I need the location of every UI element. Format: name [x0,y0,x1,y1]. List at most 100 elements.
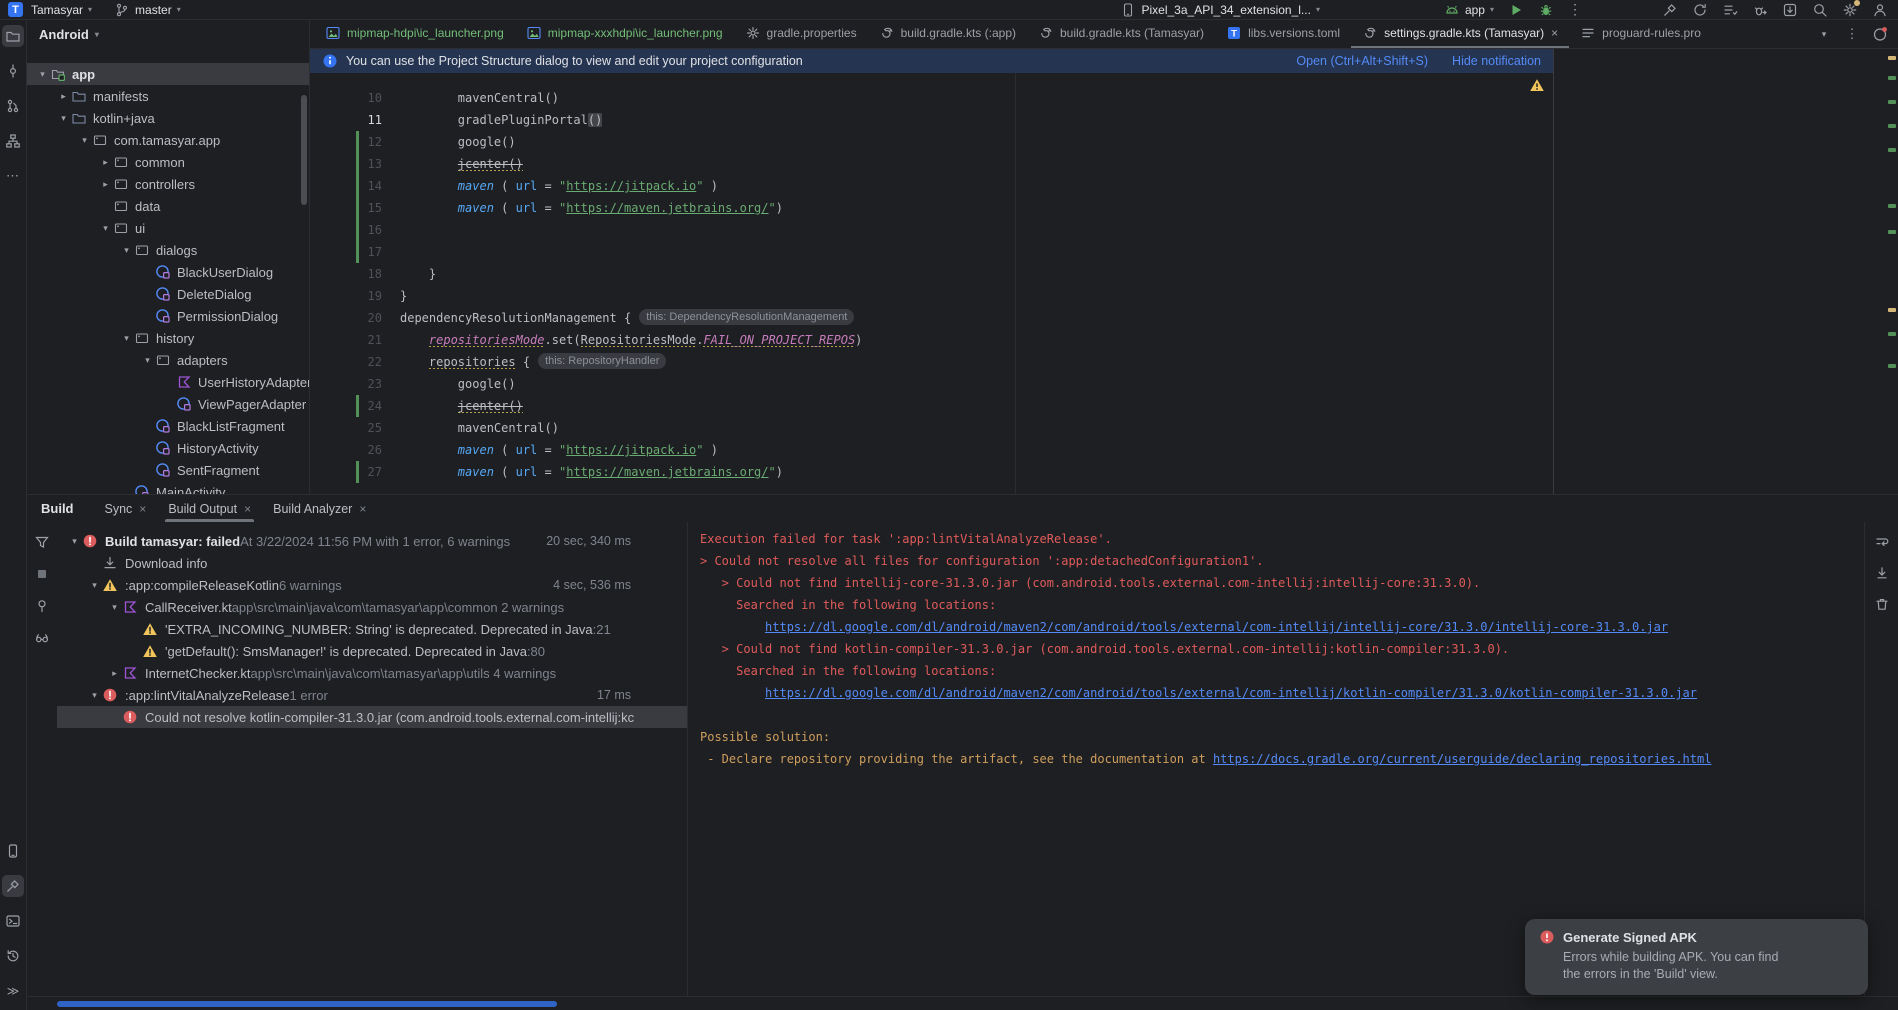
project-tree-item[interactable]: HistoryActivity [27,437,309,459]
build-tree-item[interactable]: Could not resolve kotlin-compiler-31.3.0… [57,706,687,728]
project-selector[interactable]: Tamasyar ▾ [31,3,92,17]
tree-chevron-icon[interactable]: ▾ [87,580,102,591]
project-tree-item[interactable]: SentFragment [27,459,309,481]
stripe-build-hammer-button[interactable] [2,875,24,897]
open-project-structure-link[interactable]: Open (Ctrl+Alt+Shift+S) [1296,54,1428,68]
stripe-more-tools-button[interactable]: ≫ [2,980,24,1002]
project-tree-item[interactable]: ▾ui [27,217,309,239]
project-tree-item[interactable]: ▸controllers [27,173,309,195]
build-tree-item[interactable]: ▾:app:compileReleaseKotlin 6 warnings4 s… [57,574,687,596]
code-editor[interactable]: 10 mavenCentral()11 gradlePluginPortal()… [310,73,1553,494]
editor-tab[interactable]: mipmap-xxxhdpi\ic_launcher.png [515,20,734,48]
console-link[interactable]: https://dl.google.com/dl/android/maven2/… [765,620,1668,634]
build-tree-item[interactable]: ▸InternetChecker.kt app\src\main\java\co… [57,662,687,684]
project-tree-item[interactable]: ▸manifests [27,85,309,107]
editor-tab[interactable]: mipmap-hdpi\ic_launcher.png [314,20,515,48]
tree-chevron-icon[interactable]: ▸ [98,157,113,168]
stripe-device-manager-button[interactable] [2,840,24,862]
tree-chevron-icon[interactable]: ▸ [98,179,113,190]
stripe-project-folder-button[interactable] [2,25,24,47]
project-tree-item[interactable]: ▾dialogs [27,239,309,261]
tree-chevron-icon[interactable]: ▾ [107,602,122,613]
console-soft-wrap-button[interactable] [1874,534,1890,553]
project-tree-item[interactable]: ▾app [27,63,309,85]
build-pin-button[interactable] [34,598,50,617]
build-tree-item[interactable]: ▾Build tamasyar: failed At 3/22/2024 11:… [57,530,687,552]
debug-button[interactable] [1538,2,1554,18]
project-tree-item[interactable]: DeleteDialog [27,283,309,305]
build-filter-button[interactable] [34,534,50,553]
tree-chevron-icon[interactable]: ▾ [56,113,71,124]
build-inspect-button[interactable] [34,630,50,649]
tree-chevron-icon[interactable]: ▾ [98,223,113,234]
stripe-history-button[interactable] [2,945,24,967]
stripe-more-h-button[interactable]: ⋯ [2,165,24,187]
project-tree-item[interactable]: UserHistoryAdapter.kt [27,371,309,393]
close-tab-icon[interactable]: × [244,502,251,516]
tree-chevron-icon[interactable]: ▸ [107,668,122,679]
project-tree-item[interactable]: ▾kotlin+java [27,107,309,129]
editor-error-stripe[interactable] [1886,49,1898,494]
project-tree-item[interactable]: BlackListFragment [27,415,309,437]
build-tab[interactable]: Build Analyzer× [262,495,377,522]
build-tab[interactable]: Build Output× [157,495,262,522]
stripe-pull-requests-button[interactable] [2,95,24,117]
build-tree-item[interactable]: 'EXTRA_INCOMING_NUMBER: String' is depre… [57,618,687,640]
editor-tab[interactable]: build.gradle.kts (:app) [868,20,1027,48]
tree-chevron-icon[interactable]: ▾ [119,245,134,256]
settings-button[interactable] [1842,2,1858,18]
stripe-terminal-button[interactable] [2,910,24,932]
build-tree-item[interactable]: Download info [57,552,687,574]
more-actions-icon[interactable]: ⋮ [1568,1,1582,18]
tree-chevron-icon[interactable]: ▾ [67,536,82,547]
hammer-button[interactable] [1662,2,1678,18]
sync-button[interactable] [1692,2,1708,18]
project-tree-item[interactable]: ▾adapters [27,349,309,371]
console-link[interactable]: https://docs.gradle.org/current/userguid… [1213,752,1712,766]
editor-tab[interactable]: Tlibs.versions.toml [1215,20,1351,48]
close-tab-icon[interactable]: × [139,502,146,516]
project-tree-item[interactable]: ▾com.tamasyar.app [27,129,309,151]
run-configuration-selector[interactable]: app ▾ [1444,2,1494,18]
tree-chevron-icon[interactable]: ▾ [77,135,92,146]
build-tab[interactable]: Sync× [94,495,158,522]
console-link[interactable]: https://dl.google.com/dl/android/maven2/… [765,686,1697,700]
console-scroll-to-end-button[interactable] [1874,565,1890,584]
tree-chevron-icon[interactable]: ▸ [56,91,71,102]
tree-chevron-icon[interactable]: ▾ [87,690,102,701]
project-tree-item[interactable]: MainActivity [27,481,309,494]
project-tree-scrollbar[interactable] [301,95,307,205]
project-tree-item[interactable]: ViewPagerAdapter [27,393,309,415]
editor-tab[interactable]: build.gradle.kts (Tamasyar) [1027,20,1215,48]
build-tree-item[interactable]: 'getDefault(): SmsManager!' is deprecate… [57,640,687,662]
more-v-button[interactable]: ⋮ [1844,26,1860,42]
branch-selector[interactable]: master ▾ [114,2,181,18]
close-tab-icon[interactable]: × [359,502,366,516]
project-tree-item[interactable]: BlackUserDialog [27,261,309,283]
device-selector[interactable]: Pixel_3a_API_34_extension_l... ▾ [1120,2,1319,18]
editor-tab[interactable]: settings.gradle.kts (Tamasyar)× [1351,20,1569,48]
todo-list-button[interactable] [1722,2,1738,18]
run-button[interactable] [1508,2,1524,18]
project-tree-item[interactable]: PermissionDialog [27,305,309,327]
tree-chevron-icon[interactable]: ▾ [119,333,134,344]
search-button[interactable] [1812,2,1828,18]
project-tree-item[interactable]: ▸common [27,151,309,173]
profile-button[interactable] [1872,2,1888,18]
tree-chevron-icon[interactable]: ▾ [140,355,155,366]
project-tree-item[interactable]: ▾history [27,327,309,349]
console-clear-button[interactable] [1874,596,1890,615]
horizontal-scrollbar[interactable] [57,1001,557,1007]
project-view-selector[interactable]: Android [39,27,89,42]
build-stop-button[interactable] [34,566,50,585]
close-tab-icon[interactable]: × [1551,26,1558,40]
editor-tab[interactable]: proguard-rules.pro [1569,20,1712,48]
build-tree-item[interactable]: ▾CallReceiver.kt app\src\main\java\com\t… [57,596,687,618]
editor-tab[interactable]: gradle.properties [734,20,868,48]
project-tree-item[interactable]: data [27,195,309,217]
notifications-button[interactable] [1872,26,1888,42]
tree-chevron-icon[interactable]: ▾ [35,69,50,80]
stripe-structure-button[interactable] [2,130,24,152]
build-tree-item[interactable]: ▾:app:lintVitalAnalyzeRelease 1 error17 … [57,684,687,706]
hide-notification-link[interactable]: Hide notification [1452,54,1541,68]
